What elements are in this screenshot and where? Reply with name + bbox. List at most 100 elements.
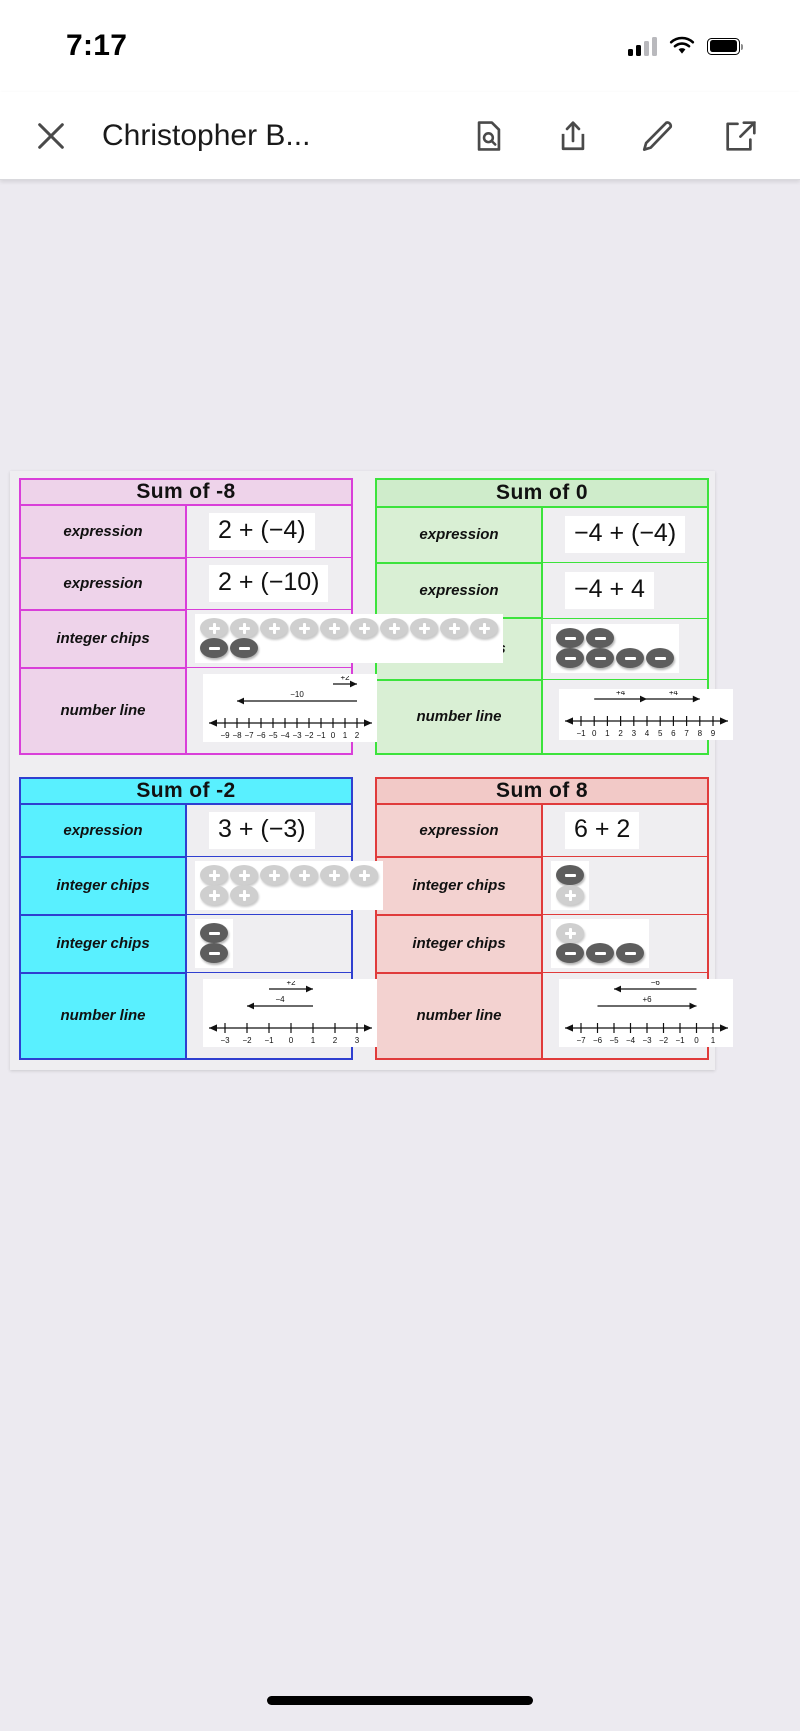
table-row: number line −3 −2 −1 0 1 2 3 −4 +2 xyxy=(19,971,377,1060)
svg-text:+6: +6 xyxy=(642,995,652,1004)
row-content xyxy=(542,617,709,681)
negative-chip-icon xyxy=(586,943,614,963)
svg-text:−2: −2 xyxy=(242,1036,252,1045)
open-external-icon[interactable] xyxy=(724,119,758,153)
chip-row xyxy=(200,885,378,905)
row-label: number line xyxy=(375,678,543,756)
status-indicators xyxy=(628,36,743,56)
expression-wrap: −4 + 4 xyxy=(543,567,707,614)
svg-text:0: 0 xyxy=(289,1036,294,1045)
negative-chip-icon xyxy=(586,628,614,649)
row-content xyxy=(186,856,383,915)
row-label: expression xyxy=(375,505,543,564)
table-row: expression 2 + (−4) xyxy=(19,504,353,559)
row-content: −7 −6 −5 −4 −3 −2 −1 0 1 +6 −6 xyxy=(542,972,733,1060)
integer-chips-group xyxy=(195,614,503,663)
positive-chip-icon xyxy=(230,865,258,885)
share-icon[interactable] xyxy=(556,119,590,153)
svg-text:−8: −8 xyxy=(232,731,242,740)
document-canvas[interactable]: Sum of -8 expression 2 + (−4) expression 2 +… xyxy=(0,180,800,1731)
chip-row xyxy=(556,648,674,669)
chip-row xyxy=(556,628,674,649)
positive-chip-icon xyxy=(290,865,318,885)
row-content: 2 + (−4) xyxy=(186,504,353,558)
number-line-graphic: −9 −8 −7 −6 −5 −4 −3 −2 −1 0 1 2−10+2 xyxy=(209,676,372,740)
expression-wrap: −4 + (−4) xyxy=(543,511,707,558)
svg-text:−10: −10 xyxy=(290,690,304,699)
row-label: integer chips xyxy=(19,855,187,916)
positive-chip-icon xyxy=(260,618,288,638)
svg-text:+4: +4 xyxy=(669,691,679,697)
svg-text:−7: −7 xyxy=(576,1036,586,1045)
tables-grid: Sum of -8 expression 2 + (−4) expression 2 +… xyxy=(10,471,733,1070)
table-title: Sum of -8 xyxy=(19,478,353,506)
status-bar: 7:17 xyxy=(0,0,800,92)
svg-text:−7: −7 xyxy=(244,731,254,740)
row-label: expression xyxy=(19,556,187,611)
table-row: expression 6 + 2 xyxy=(375,803,709,858)
svg-text:−6: −6 xyxy=(256,731,266,740)
expression-value: −4 + 4 xyxy=(565,571,654,609)
positive-chip-icon xyxy=(320,618,348,638)
table-row: integer chips xyxy=(19,608,503,669)
svg-text:1: 1 xyxy=(605,729,610,738)
phone-screen: 7:17 Christopher B... Sum of -8 expressi… xyxy=(0,0,800,1731)
positive-chip-icon xyxy=(350,618,378,638)
positive-chip-icon xyxy=(200,865,228,885)
row-label: expression xyxy=(375,803,543,858)
integer-chips-group xyxy=(551,861,589,910)
svg-text:3: 3 xyxy=(355,1036,360,1045)
row-label: number line xyxy=(19,971,187,1060)
svg-text:1: 1 xyxy=(311,1036,316,1045)
document-search-icon[interactable] xyxy=(472,119,506,153)
expression-wrap: 3 + (−3) xyxy=(187,807,351,854)
chip-row xyxy=(200,638,498,658)
expression-wrap: 2 + (−4) xyxy=(187,508,351,555)
row-content: 6 + 2 xyxy=(542,803,709,857)
svg-text:−5: −5 xyxy=(609,1036,619,1045)
row-label: integer chips xyxy=(375,855,543,916)
chip-row xyxy=(556,885,584,905)
integer-chips-group xyxy=(195,919,233,968)
integer-chips-group xyxy=(551,919,649,968)
table-title: Sum of -2 xyxy=(19,777,353,805)
table-row: integer chips xyxy=(19,855,383,916)
svg-text:−6: −6 xyxy=(651,981,661,987)
svg-text:+2: +2 xyxy=(340,676,350,682)
negative-chip-icon xyxy=(556,865,584,885)
chip-row xyxy=(200,865,378,885)
table-header-row: Sum of -2 xyxy=(19,777,353,805)
number-line-box: −9 −8 −7 −6 −5 −4 −3 −2 −1 0 1 2 −10 +2 xyxy=(203,674,377,742)
table-row: number line −7 −6 −5 −4 −3 −2 −1 0 1 +6 −6 xyxy=(375,971,733,1060)
svg-text:−2: −2 xyxy=(659,1036,669,1045)
svg-text:3: 3 xyxy=(632,729,637,738)
table-row: integer chips xyxy=(375,855,709,916)
home-indicator xyxy=(267,1696,533,1705)
table-row: expression 2 + (−10) xyxy=(19,556,353,611)
table-title: Sum of 0 xyxy=(375,478,709,508)
positive-chip-icon xyxy=(230,618,258,638)
number-line-box: −7 −6 −5 −4 −3 −2 −1 0 1 +6 −6 xyxy=(559,979,733,1047)
svg-text:7: 7 xyxy=(684,729,689,738)
table-row: integer chips xyxy=(19,913,353,974)
svg-text:9: 9 xyxy=(711,729,716,738)
svg-text:−4: −4 xyxy=(280,731,290,740)
negative-chip-icon xyxy=(616,648,644,669)
chip-row xyxy=(200,943,228,963)
svg-text:2: 2 xyxy=(355,731,360,740)
number-line-box: −1 0 1 2 3 4 5 6 7 8 9 +4 +4 xyxy=(559,688,733,740)
table-row: expression −4 + 4 xyxy=(375,561,709,620)
positive-chip-icon xyxy=(260,865,288,885)
table-row: integer chips xyxy=(375,913,709,974)
expression-value: 6 + 2 xyxy=(565,812,640,849)
svg-text:−3: −3 xyxy=(642,1036,652,1045)
svg-text:−4: −4 xyxy=(626,1036,636,1045)
svg-text:0: 0 xyxy=(592,729,597,738)
negative-chip-icon xyxy=(556,648,584,669)
svg-text:−1: −1 xyxy=(576,729,586,738)
table-header-row: Sum of 8 xyxy=(375,777,709,805)
negative-chip-icon xyxy=(200,923,228,943)
pencil-edit-icon[interactable] xyxy=(640,119,674,153)
svg-text:−4: −4 xyxy=(275,995,285,1004)
close-icon[interactable] xyxy=(34,119,68,153)
